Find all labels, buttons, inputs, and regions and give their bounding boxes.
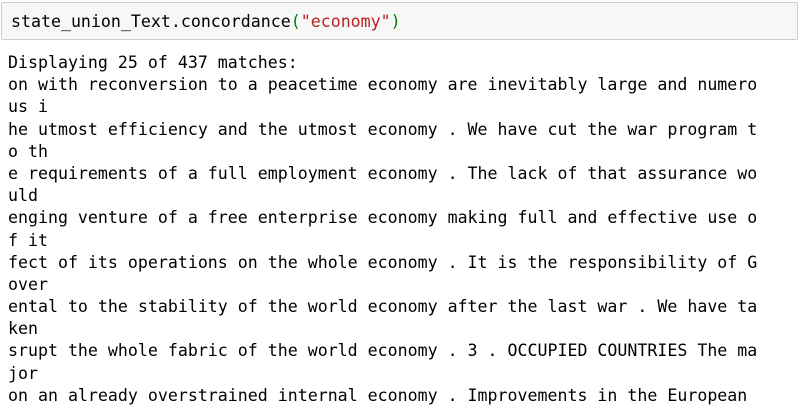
output-line: fect of its operations on the whole econ…	[8, 252, 758, 272]
output-line: f it	[8, 230, 48, 250]
code-line: state_union_Text.concordance("economy")	[11, 12, 401, 32]
code-input-cell[interactable]: state_union_Text.concordance("economy")	[1, 2, 798, 40]
output-line: e requirements of a full employment econ…	[8, 163, 758, 183]
output-line: us i	[8, 97, 48, 117]
code-call: state_union_Text.concordance	[11, 12, 291, 31]
output-line: o th	[8, 141, 48, 161]
code-string-argument: "economy"	[300, 12, 391, 31]
cell-output: Displaying 25 of 437 matches: on with re…	[8, 52, 798, 407]
output-line: ken	[8, 319, 38, 339]
output-line: he utmost efficiency and the utmost econ…	[8, 119, 758, 139]
output-line: Displaying 25 of 437 matches:	[8, 53, 298, 72]
output-line: ental to the stability of the world econ…	[8, 297, 758, 317]
output-line: over	[8, 274, 48, 294]
code-open-paren: (	[290, 12, 301, 31]
code-close-paren: )	[390, 12, 401, 31]
output-line: uld	[8, 186, 38, 206]
output-line: on with reconversion to a peacetime econ…	[8, 75, 758, 95]
output-line: enging venture of a free enterprise econ…	[8, 208, 758, 228]
output-line: srupt the whole fabric of the world econ…	[8, 341, 758, 361]
output-line: jor	[8, 363, 38, 383]
